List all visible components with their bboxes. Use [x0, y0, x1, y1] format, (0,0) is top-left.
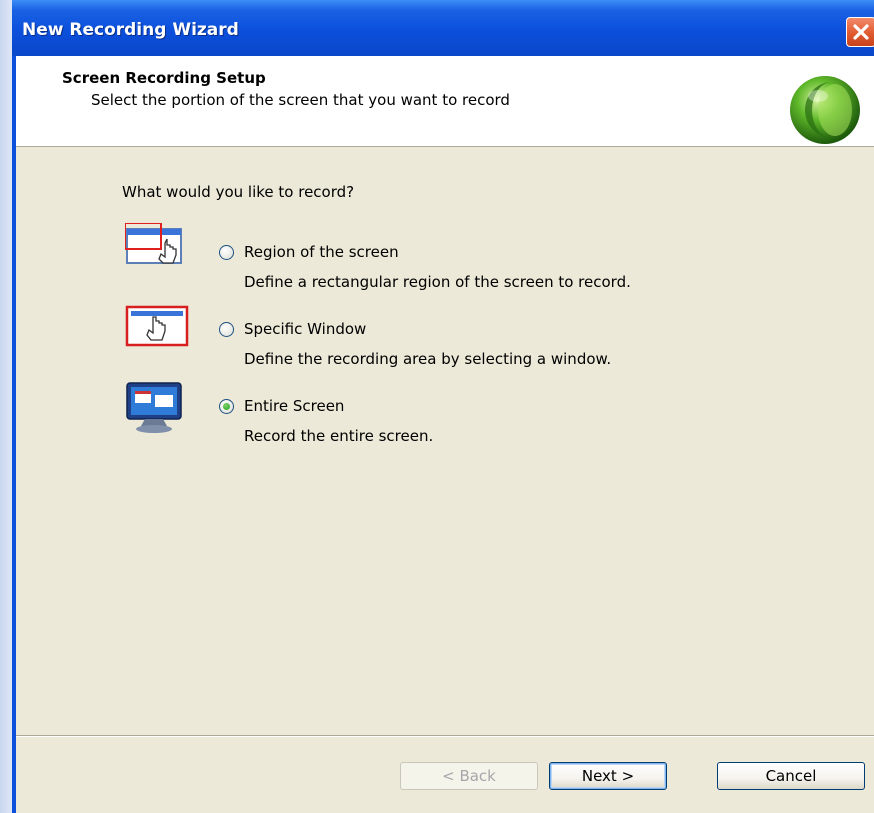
title-bar[interactable]: New Recording Wizard	[12, 0, 874, 56]
option-region-label[interactable]: Region of the screen	[244, 243, 399, 261]
wizard-window: New Recording Wizard Screen Recording Se…	[12, 0, 874, 813]
window-select-icon	[125, 305, 189, 347]
cancel-button[interactable]: Cancel	[717, 762, 865, 790]
back-button[interactable]: < Back	[400, 762, 538, 790]
radio-region[interactable]	[219, 245, 234, 260]
radio-specific-window[interactable]	[219, 322, 234, 337]
record-question: What would you like to record?	[122, 183, 355, 201]
option-window-label[interactable]: Specific Window	[244, 320, 366, 338]
app-logo-icon	[790, 76, 860, 144]
option-entire-screen-label[interactable]: Entire Screen	[244, 397, 344, 415]
next-button[interactable]: Next >	[549, 762, 667, 790]
page-subtitle: Select the portion of the screen that yo…	[91, 91, 510, 109]
radio-entire-screen[interactable]	[219, 399, 234, 414]
close-icon	[853, 24, 869, 40]
option-window-description: Define the recording area by selecting a…	[244, 350, 612, 368]
region-select-icon	[125, 223, 182, 264]
option-region-description: Define a rectangular region of the scree…	[244, 273, 631, 291]
window-left-border	[12, 56, 16, 813]
wizard-header: Screen Recording Setup Select the portio…	[16, 56, 874, 147]
close-button[interactable]	[846, 17, 874, 47]
footer-separator	[16, 735, 874, 737]
page-title: Screen Recording Setup	[62, 69, 266, 87]
monitor-icon	[126, 382, 182, 433]
option-entire-screen-description: Record the entire screen.	[244, 427, 434, 445]
window-title: New Recording Wizard	[22, 20, 239, 40]
radio-selected-dot	[223, 403, 230, 410]
